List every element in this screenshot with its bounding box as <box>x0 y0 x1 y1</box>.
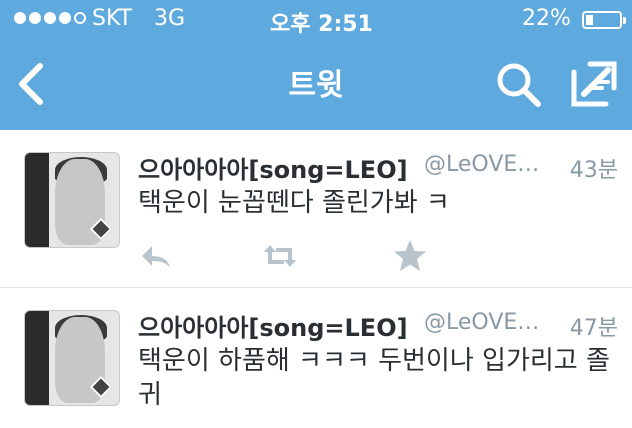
compose-icon[interactable] <box>568 58 620 110</box>
signal-dot <box>44 12 56 24</box>
tweet-text: 택운이 눈꼽뗀다 졸린가봐 ㅋ <box>138 188 450 218</box>
user-handle: @LeOVE… <box>424 310 540 335</box>
top-bar: SKT 3G 오후 2:51 22% 트윗 <box>0 0 632 130</box>
battery-nub <box>623 17 626 24</box>
tweet-actions <box>138 238 438 274</box>
avatar[interactable] <box>24 152 120 248</box>
user-handle: @LeOVE… <box>424 152 540 177</box>
tweet-header: 으아아아아[song=LEO] @LeOVE… 43분 <box>138 150 618 184</box>
tweet-header: 으아아아아[song=LEO] @LeOVE… 47분 <box>138 308 618 342</box>
search-icon[interactable] <box>494 60 542 108</box>
tweet-item[interactable]: 으아아아아[song=LEO] @LeOVE… 43분 택운이 눈꼽뗀다 졸린가… <box>0 130 632 288</box>
network-type: 3G <box>154 6 186 31</box>
carrier-label: SKT <box>92 6 133 31</box>
status-time: 오후 2:51 <box>270 12 373 37</box>
signal-dot <box>59 12 71 24</box>
battery-icon <box>582 11 626 29</box>
tweet-text: 택운이 하품해 ㅋㅋㅋ 두번이나 입가리고 졸귀 <box>138 346 610 410</box>
star-icon[interactable] <box>392 238 428 274</box>
avatar[interactable] <box>24 310 120 406</box>
retweet-icon[interactable] <box>262 238 298 274</box>
signal-strength <box>14 12 86 24</box>
signal-dot <box>14 12 26 24</box>
signal-dot <box>29 12 41 24</box>
avatar-band <box>25 311 49 405</box>
tweet-item[interactable]: 으아아아아[song=LEO] @LeOVE… 47분 택운이 하품해 ㅋㅋㅋ … <box>0 288 632 428</box>
avatar-band <box>25 153 49 247</box>
tweet-time: 43분 <box>569 158 618 183</box>
display-name[interactable]: 으아아아아[song=LEO] <box>138 150 408 185</box>
display-name[interactable]: 으아아아아[song=LEO] <box>138 308 408 343</box>
battery-percentage: 22% <box>522 6 571 31</box>
tweet-time: 47분 <box>569 316 618 341</box>
signal-dot <box>74 12 86 24</box>
status-bar: SKT 3G 오후 2:51 22% <box>0 0 632 40</box>
reply-icon[interactable] <box>138 238 174 274</box>
battery-fill <box>586 15 593 25</box>
navigation-bar: 트윗 <box>0 42 632 128</box>
